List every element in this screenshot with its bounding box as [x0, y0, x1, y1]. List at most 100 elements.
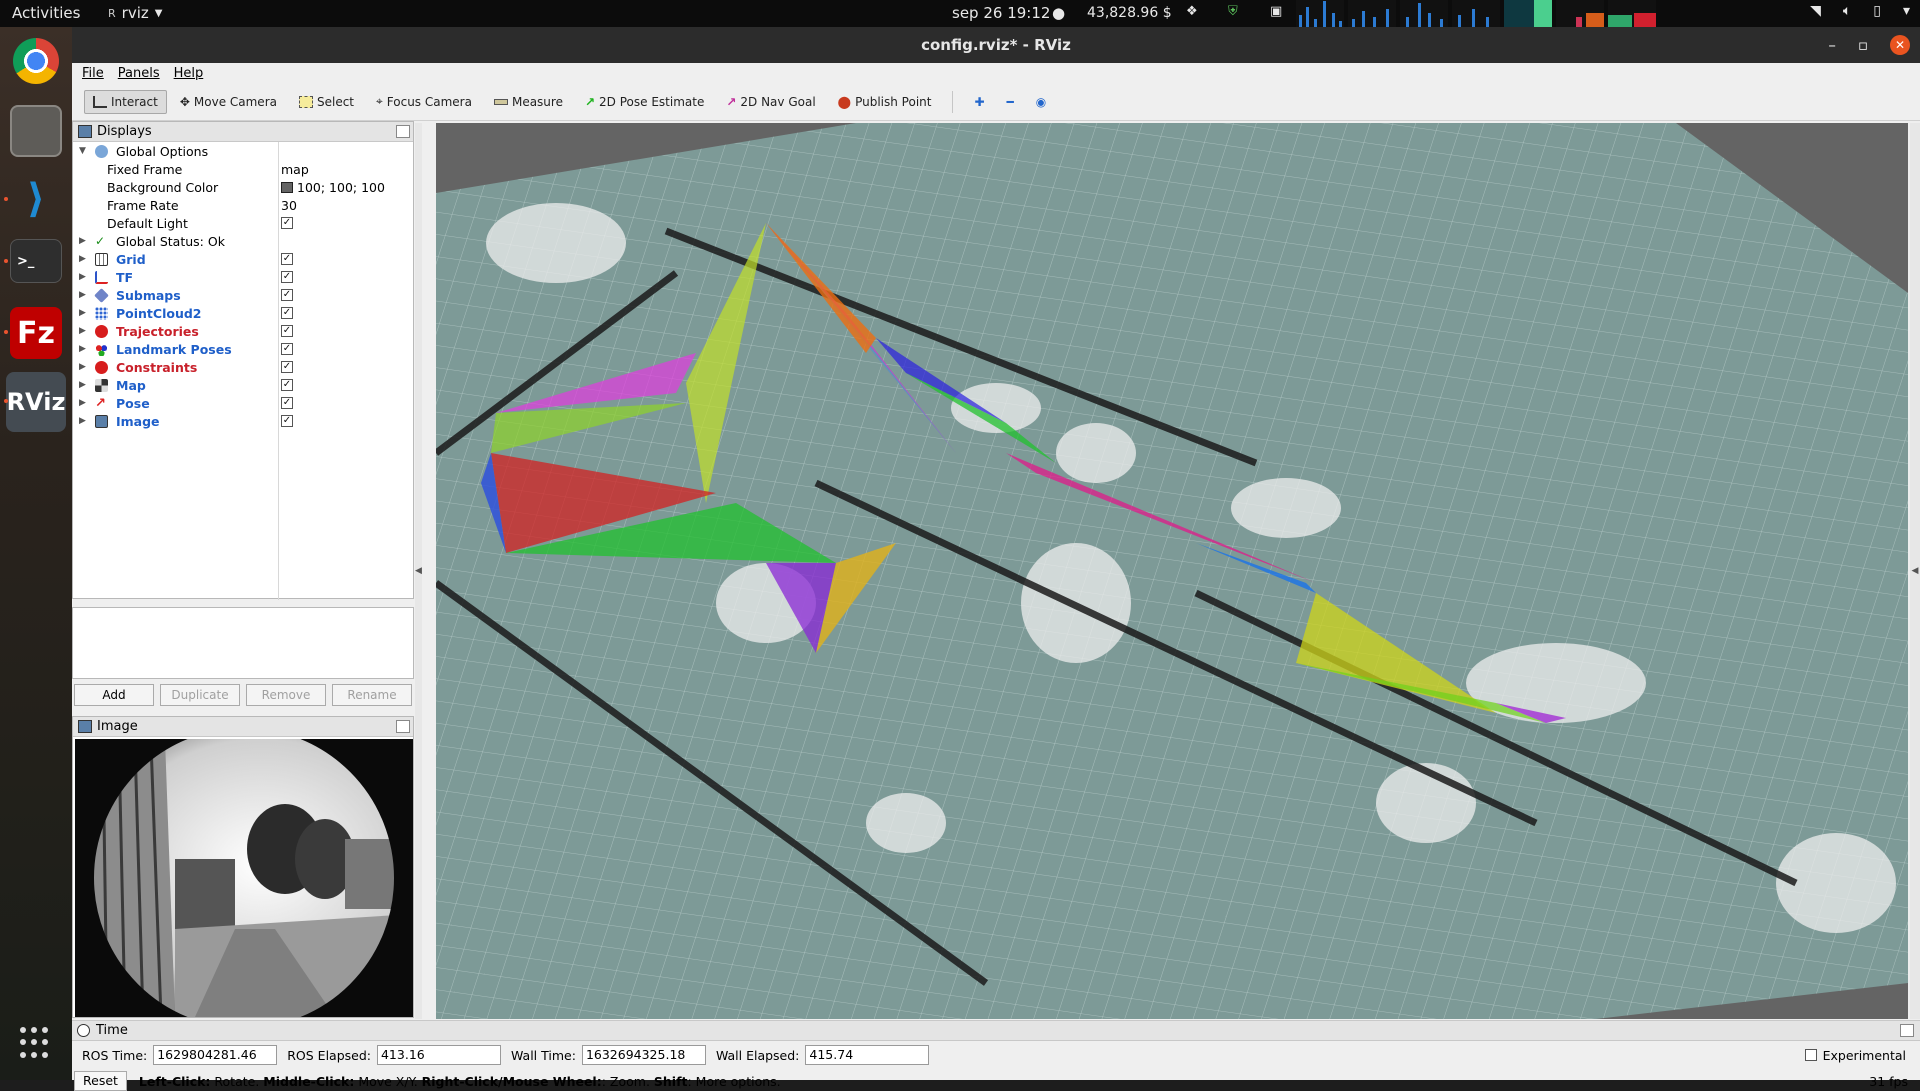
tree-row-grid[interactable]: ▶ Grid ✓ — [73, 250, 413, 268]
collapse-right-handle[interactable]: ◀ — [1910, 123, 1920, 1019]
bg-color-value[interactable]: 100; 100; 100 — [281, 180, 385, 195]
frame-rate-value[interactable]: 30 — [281, 198, 297, 213]
pose-checkbox[interactable]: ✓ — [281, 397, 293, 409]
remove-tool-button[interactable]: ━ — [998, 90, 1023, 114]
pointcloud2-checkbox[interactable]: ✓ — [281, 307, 293, 319]
map-checkbox[interactable]: ✓ — [281, 379, 293, 391]
terminal-icon[interactable]: >_ — [10, 239, 62, 283]
chrome-icon[interactable] — [13, 38, 59, 84]
measure-tool-button[interactable]: Measure — [485, 90, 572, 114]
wifi-icon[interactable]: ◥ — [1810, 3, 1821, 19]
constraints-checkbox[interactable]: ✓ — [281, 361, 293, 373]
move-icon: ✥ — [179, 94, 190, 109]
wall-time-field[interactable]: 1632694325.18 — [581, 1045, 706, 1065]
close-icon[interactable]: ✕ — [1890, 35, 1910, 55]
app-menu[interactable]: R rviz ▼ — [108, 4, 162, 22]
tree-row-map[interactable]: ▶ Map ✓ — [73, 376, 413, 394]
expand-arrow-icon[interactable]: ▶ — [79, 254, 86, 264]
move-camera-tool-button[interactable]: ✥ Move Camera — [171, 90, 286, 114]
remove-display-button[interactable]: Remove — [246, 684, 326, 706]
menu-file[interactable]: File — [82, 66, 104, 81]
submaps-checkbox[interactable]: ✓ — [281, 289, 293, 301]
vscode-icon[interactable]: ⟩ — [10, 173, 62, 225]
expand-arrow-icon[interactable]: ▼ — [79, 146, 86, 156]
map-pin-icon: ⬤ — [837, 94, 852, 109]
focus-camera-tool-button[interactable]: ⌖ Focus Camera — [367, 89, 481, 114]
maximize-icon[interactable]: ▫ — [1858, 27, 1868, 63]
dropbox-icon[interactable]: ❖ — [1186, 4, 1198, 19]
expand-arrow-icon[interactable]: ▶ — [79, 362, 86, 372]
publish-point-tool-button[interactable]: ⬤ Publish Point — [829, 90, 941, 114]
minimize-icon[interactable]: – — [1828, 27, 1836, 63]
default-light-checkbox[interactable]: ✓ — [281, 217, 293, 229]
menu-panels[interactable]: Panels — [118, 66, 160, 81]
rviz-icon[interactable]: RViz — [6, 372, 66, 432]
ros-time-field[interactable]: 1629804281.46 — [153, 1045, 278, 1065]
tree-row-constraints[interactable]: ▶ Constraints ✓ — [73, 358, 413, 376]
ros-elapsed-field[interactable]: 413.16 — [376, 1045, 501, 1065]
battery-icon[interactable]: ▯ — [1873, 3, 1881, 19]
tree-row-image[interactable]: ▶ Image ✓ — [73, 412, 413, 430]
duplicate-display-button[interactable]: Duplicate — [160, 684, 240, 706]
expand-arrow-icon[interactable]: ▶ — [79, 398, 86, 408]
wall-elapsed-field[interactable]: 415.74 — [805, 1045, 930, 1065]
tree-row-tf[interactable]: ▶ TF ✓ — [73, 268, 413, 286]
panel-float-icon[interactable] — [396, 720, 410, 733]
pose-estimate-tool-button[interactable]: ↗ 2D Pose Estimate — [576, 90, 713, 114]
expand-arrow-icon[interactable]: ▶ — [79, 308, 86, 318]
experimental-checkbox[interactable] — [1804, 1049, 1817, 1061]
select-tool-button[interactable]: Select — [290, 90, 363, 114]
color-swatch[interactable] — [281, 181, 293, 193]
tree-row-frame-rate[interactable]: Frame Rate 30 — [73, 196, 413, 214]
tree-row-global-options[interactable]: ▼ Global Options — [73, 142, 413, 160]
grid-checkbox[interactable]: ✓ — [281, 253, 293, 265]
3d-render-viewport[interactable] — [436, 123, 1908, 1019]
nav-goal-tool-button[interactable]: ↗ 2D Nav Goal — [717, 90, 824, 114]
fixed-frame-value[interactable]: map — [281, 162, 309, 177]
crypto-balance[interactable]: 43,828.96 $ — [1087, 5, 1172, 21]
add-display-button[interactable]: Add — [74, 684, 154, 706]
rename-display-button[interactable]: Rename — [332, 684, 412, 706]
system-monitor-icon[interactable]: ▣ — [1270, 4, 1282, 19]
expand-arrow-icon[interactable]: ▶ — [79, 344, 86, 354]
panel-float-icon[interactable] — [396, 125, 410, 138]
add-tool-button[interactable]: ✚ — [965, 90, 993, 114]
expand-arrow-icon[interactable]: ▶ — [79, 272, 86, 282]
image-checkbox[interactable]: ✓ — [281, 415, 293, 427]
tree-row-pose[interactable]: ▶ ↗ Pose ✓ — [73, 394, 413, 412]
power-menu-icon[interactable]: ▾ — [1903, 3, 1910, 19]
collapse-left-handle[interactable]: ◀ — [415, 123, 422, 1019]
window-titlebar[interactable]: config.rviz* - RViz – ▫ ✕ — [72, 27, 1920, 63]
expand-arrow-icon[interactable]: ▶ — [79, 416, 86, 426]
window-title: config.rviz* - RViz — [921, 36, 1071, 54]
clock[interactable]: sep 26 19:12 — [952, 4, 1050, 22]
shield-icon[interactable]: ⛨ — [1228, 4, 1238, 19]
reset-button[interactable]: Reset — [74, 1071, 127, 1091]
grid-icon — [95, 252, 108, 266]
interact-tool-button[interactable]: Interact — [84, 89, 167, 114]
tree-row-landmark-poses[interactable]: ▶ Landmark Poses ✓ — [73, 340, 413, 358]
tree-row-trajectories[interactable]: ▶ Trajectories ✓ — [73, 322, 413, 340]
tree-row-submaps[interactable]: ▶ Submaps ✓ — [73, 286, 413, 304]
expand-arrow-icon[interactable]: ▶ — [79, 290, 86, 300]
volume-icon[interactable]: 🔈︎ — [1843, 3, 1851, 19]
menu-help[interactable]: Help — [174, 66, 204, 81]
files-icon[interactable] — [10, 105, 62, 157]
expand-arrow-icon[interactable]: ▶ — [79, 236, 86, 246]
tree-row-global-status[interactable]: ▶ ✓ Global Status: Ok — [73, 232, 413, 250]
trajectories-checkbox[interactable]: ✓ — [281, 325, 293, 337]
activities-button[interactable]: Activities — [12, 4, 80, 22]
tree-row-default-light[interactable]: Default Light ✓ — [73, 214, 413, 232]
tree-row-pointcloud2[interactable]: ▶ PointCloud2 ✓ — [73, 304, 413, 322]
system-tray[interactable]: ◥ 🔈︎ ▯ ▾ — [1810, 3, 1910, 19]
expand-arrow-icon[interactable]: ▶ — [79, 380, 86, 390]
view-tool-button[interactable]: ◉ — [1027, 90, 1055, 114]
tree-row-fixed-frame[interactable]: Fixed Frame map — [73, 160, 413, 178]
expand-arrow-icon[interactable]: ▶ — [79, 326, 86, 336]
tf-checkbox[interactable]: ✓ — [281, 271, 293, 283]
landmark-poses-checkbox[interactable]: ✓ — [281, 343, 293, 355]
filezilla-icon[interactable]: Fz — [10, 307, 62, 359]
show-applications-icon[interactable] — [20, 1027, 52, 1059]
panel-float-icon[interactable] — [1900, 1024, 1914, 1037]
tree-row-bg-color[interactable]: Background Color 100; 100; 100 — [73, 178, 413, 196]
